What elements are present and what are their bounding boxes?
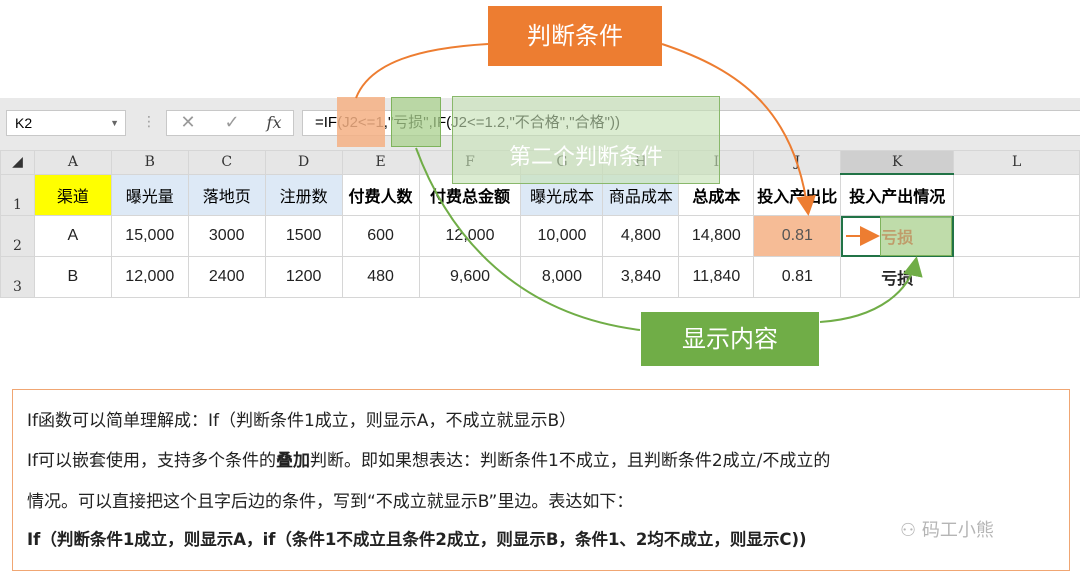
description-line-4: If（判断条件1成立，则显示A，if（条件1不成立且条件2成立，则显示B，条件1… — [27, 530, 807, 549]
watermark: ⚇ 码工小熊 — [900, 516, 994, 542]
description-line-2: If可以嵌套使用，支持多个条件的叠加判断。即如果想表达：判断条件1不成立，且判断… — [27, 446, 830, 471]
display-arrow-right — [819, 256, 923, 323]
description-line-2-end: 判断。即如果想表达：判断条件1不成立，且判断条件2成立/不成立的 — [310, 451, 831, 471]
wechat-icon: ⚇ — [900, 520, 922, 541]
description-emphasis: 叠加 — [276, 451, 310, 471]
condition-callout: 判断条件 — [488, 6, 662, 66]
condition-arrow-left — [355, 43, 489, 99]
display-callout: 显示内容 — [641, 312, 819, 366]
description-line-2-start: If可以嵌套使用，支持多个条件的 — [27, 451, 276, 471]
watermark-text: 码工小熊 — [921, 520, 994, 541]
second-condition-label: 第二个判断条件 — [508, 145, 663, 170]
condition-arrow-right — [661, 43, 816, 216]
description-line-3: 情况。可以直接把这个且字后边的条件，写到“不成立就显示B”里边。表达如下： — [27, 492, 634, 512]
description-line-1: If函数可以简单理解成：If（判断条件1成立，则显示A，不成立就显示B） — [27, 411, 577, 431]
description-box: If函数可以简单理解成：If（判断条件1成立，则显示A，不成立就显示B） If可… — [12, 389, 1070, 571]
